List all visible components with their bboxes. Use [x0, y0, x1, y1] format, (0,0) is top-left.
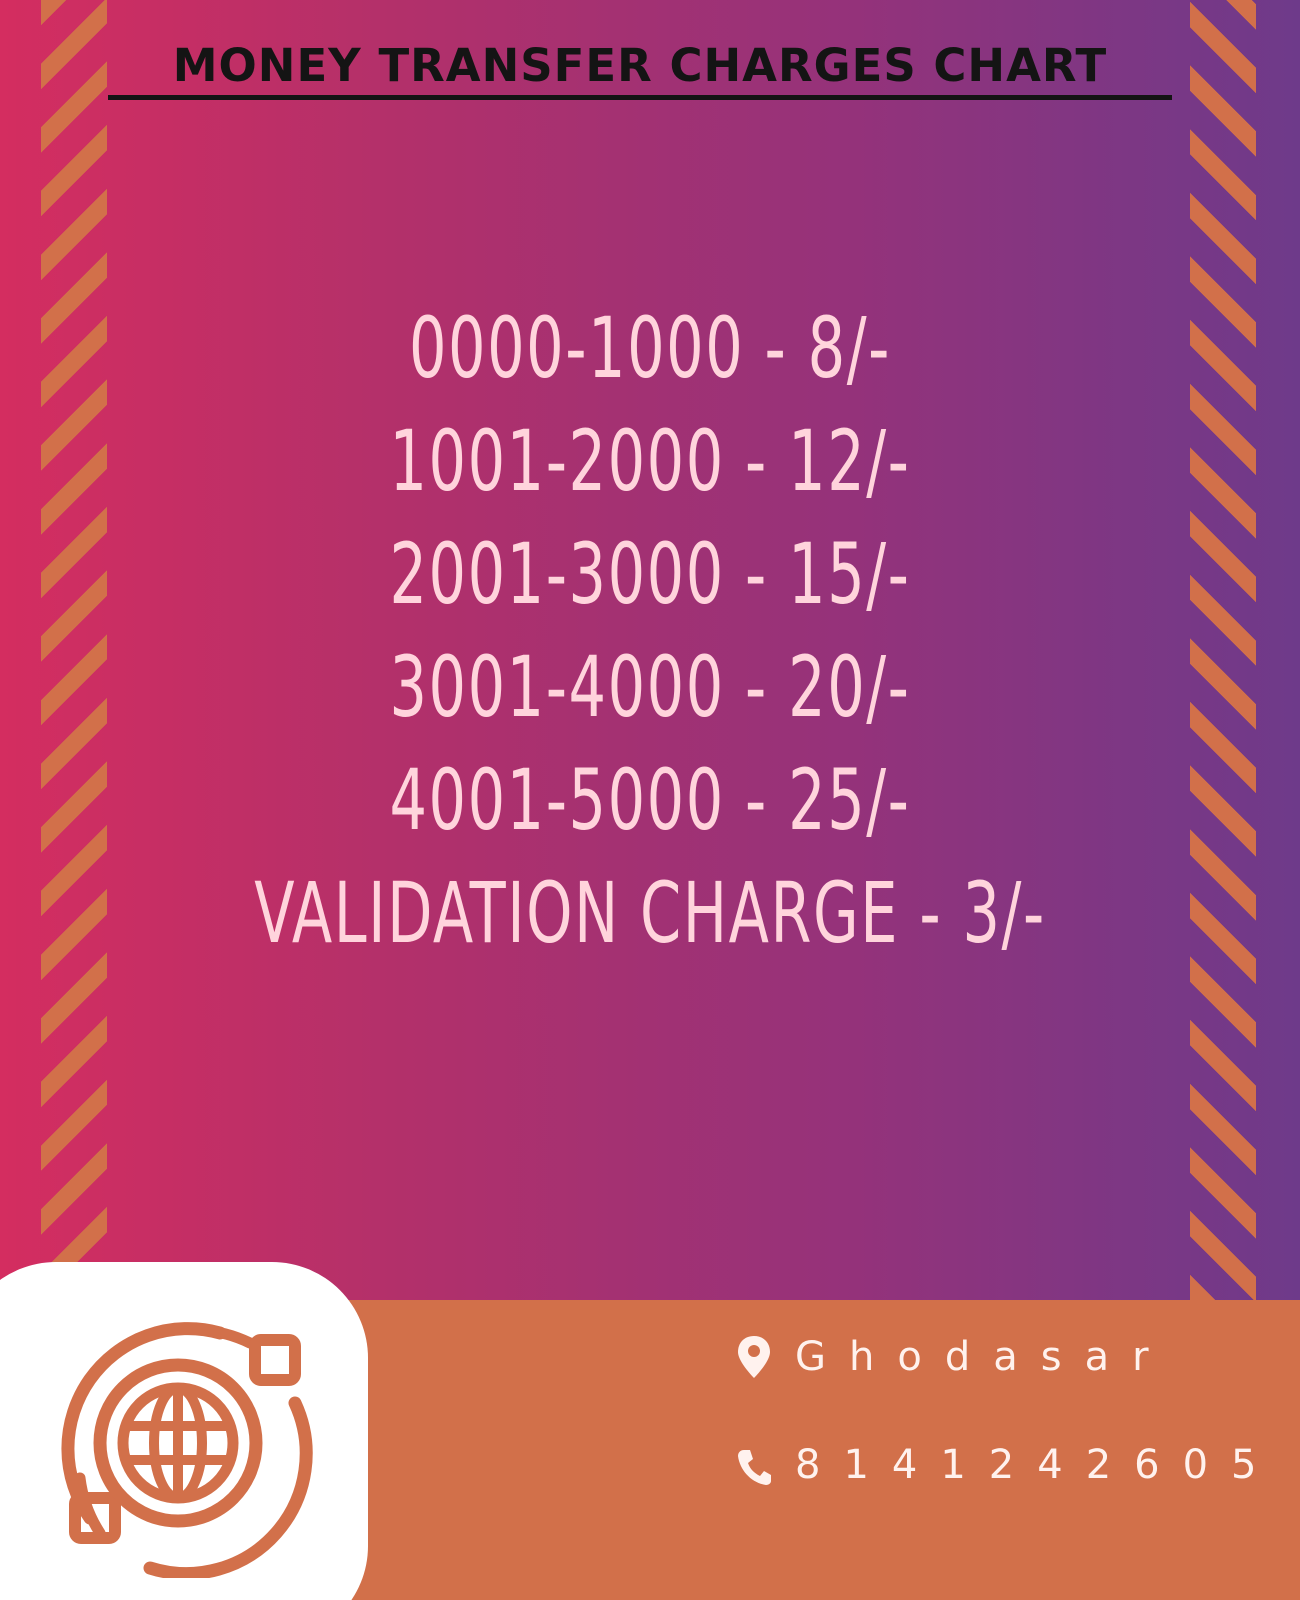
rates-list: 0000-1000 - 8/- 1001-2000 - 12/- 2001-30…: [120, 292, 1180, 970]
poster-title: MONEY TRANSFER CHARGES CHART: [172, 39, 1108, 92]
validation-charge-line: VALIDATION CHARGE - 3/-: [254, 864, 1046, 962]
rate-line: 0000-1000 - 8/-: [409, 299, 891, 397]
place-text: Ghodasar: [795, 1334, 1172, 1380]
left-hazard-stripes: [41, 0, 107, 1300]
right-hazard-stripes: [1190, 0, 1256, 1300]
rate-line: 2001-3000 - 15/-: [389, 525, 911, 623]
globe-transfer-icon: [61, 1322, 313, 1578]
location-pin-icon: [735, 1334, 773, 1380]
rate-line: 3001-4000 - 20/-: [389, 638, 911, 736]
rate-line: 4001-5000 - 25/-: [389, 751, 911, 849]
phone-icon: [735, 1442, 773, 1488]
title-underline: [108, 95, 1172, 100]
contact-phone: 8141242605: [735, 1442, 1280, 1488]
charges-poster: MONEY TRANSFER CHARGES CHART 0000-1000 -…: [0, 0, 1300, 1600]
phone-number-text: 8141242605: [795, 1442, 1280, 1488]
contact-place: Ghodasar: [735, 1334, 1172, 1380]
rate-line: 1001-2000 - 12/-: [389, 412, 911, 510]
